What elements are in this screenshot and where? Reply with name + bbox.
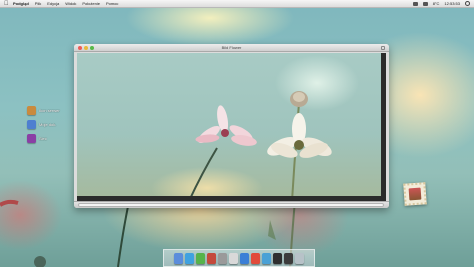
ichat-icon[interactable]: [196, 253, 205, 264]
desktop-icon-label: Ikon serwer: [39, 108, 60, 113]
preview-window: Bild Flower: [74, 44, 389, 208]
image-canvas[interactable]: [77, 53, 386, 202]
desktop-icon-server[interactable]: Ikon serwer: [27, 106, 60, 115]
chat-icon[interactable]: [262, 253, 271, 264]
mail-icon[interactable]: [185, 253, 194, 264]
photo-icon[interactable]: [207, 253, 216, 264]
network-icon: [27, 134, 36, 143]
trash-icon[interactable]: [295, 253, 304, 264]
dock: [163, 249, 315, 267]
safari-icon[interactable]: [240, 253, 249, 264]
desktop-icon-label: Sieć: [39, 136, 47, 141]
desktop-icon-documents[interactable]: Moje dok.: [27, 120, 56, 129]
status-field: [78, 203, 384, 207]
stamp-image: [408, 187, 422, 201]
stamp-icon[interactable]: [403, 182, 427, 206]
itunes-icon[interactable]: [229, 253, 238, 264]
window-statusbar: [74, 201, 389, 208]
fullscreen-icon[interactable]: [381, 46, 385, 50]
system-preferences-icon[interactable]: [218, 253, 227, 264]
flower-photo: [188, 91, 332, 202]
terminal-icon[interactable]: [284, 253, 293, 264]
server-icon: [27, 106, 36, 115]
window-title: Bild Flower: [221, 45, 242, 50]
desktop-icon-label: Moje dok.: [39, 122, 57, 127]
finder-icon[interactable]: [174, 253, 183, 264]
folder-icon: [27, 120, 36, 129]
calendar-icon[interactable]: [251, 253, 260, 264]
app-store-icon[interactable]: [273, 253, 282, 264]
desktop-icon-network[interactable]: Sieć: [27, 134, 47, 143]
vertical-scrollbar[interactable]: [381, 53, 386, 201]
window-titlebar[interactable]: Bild Flower: [74, 44, 389, 52]
